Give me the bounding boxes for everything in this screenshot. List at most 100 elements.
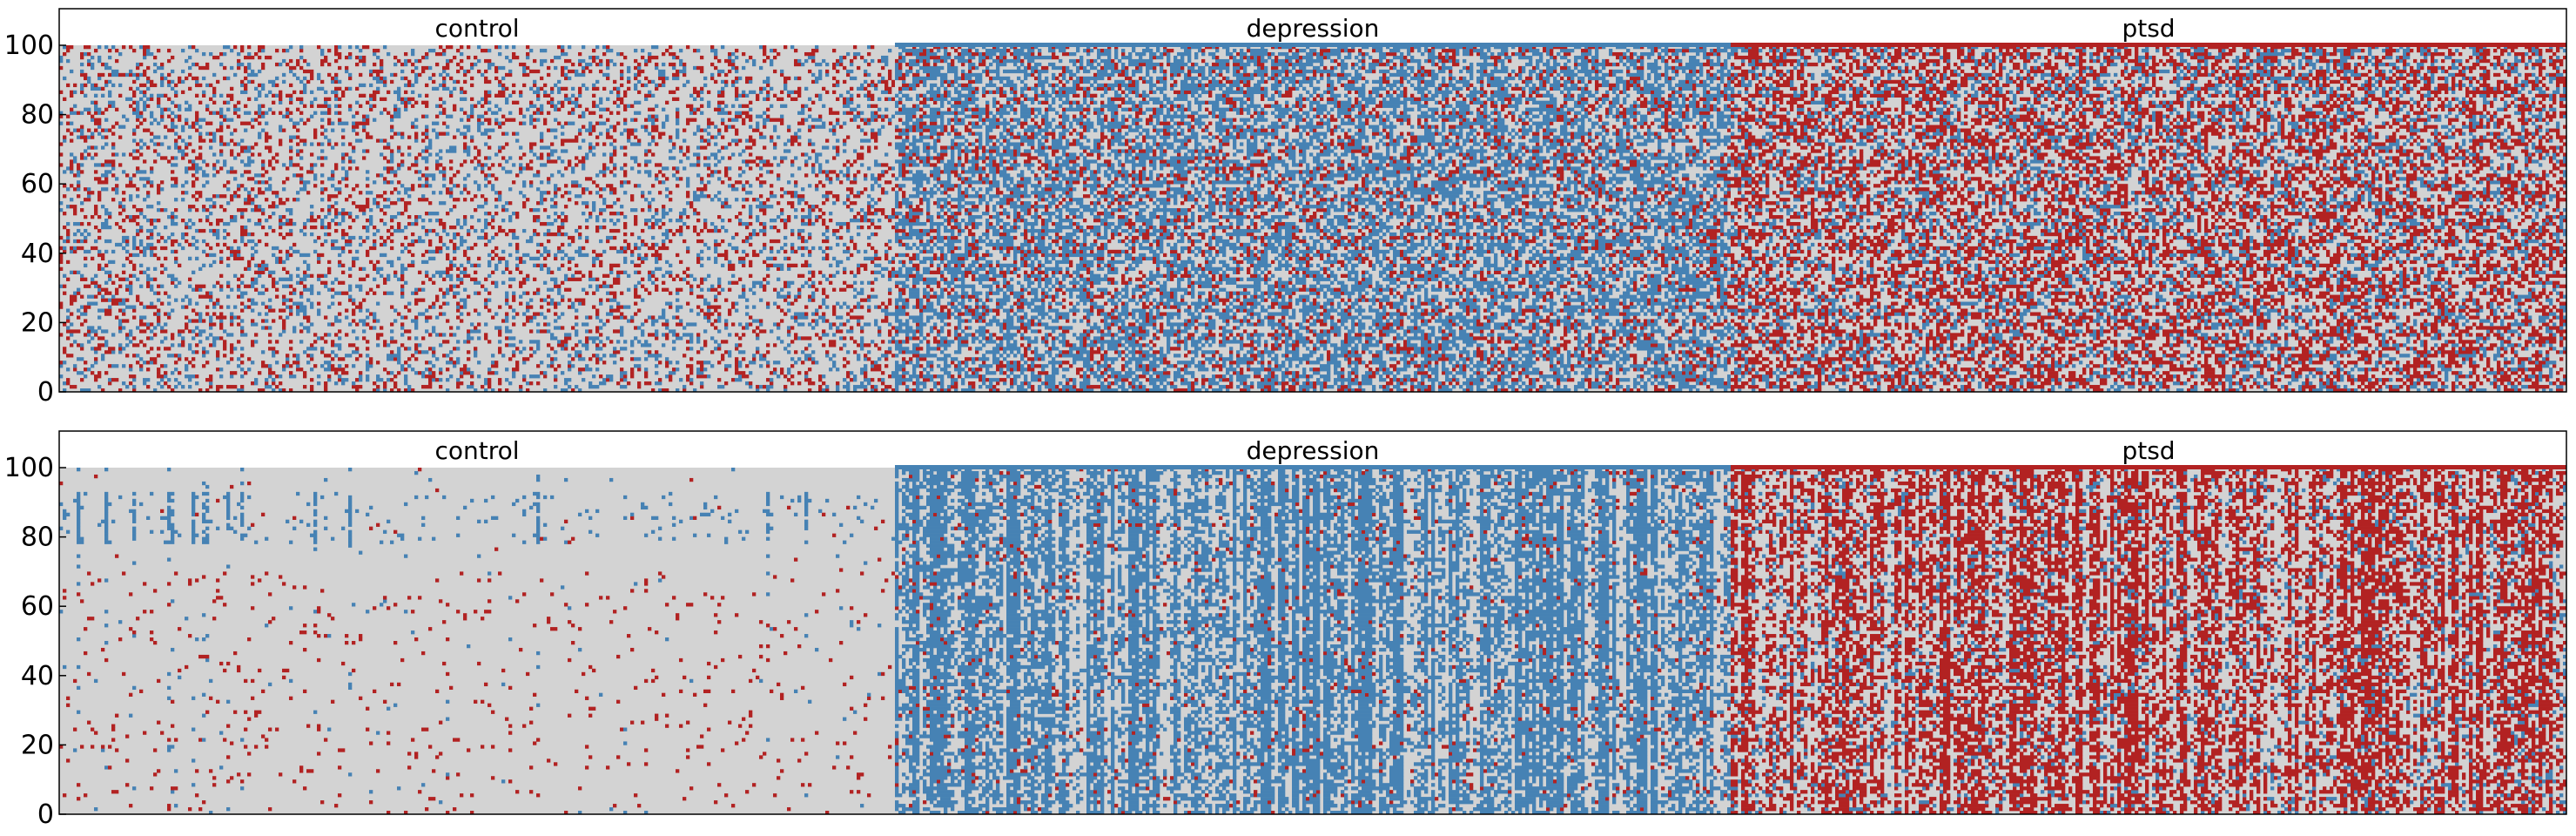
heatmap-cell xyxy=(787,302,790,306)
heatmap-cell xyxy=(547,111,550,115)
heatmap-cell xyxy=(864,177,867,180)
heatmap-cell xyxy=(846,257,850,260)
heatmap-cell xyxy=(467,312,470,315)
heatmap-cell xyxy=(700,229,703,233)
heatmap-cell xyxy=(313,173,317,177)
heatmap-cell xyxy=(226,180,230,184)
heatmap-cell xyxy=(185,233,188,236)
heatmap-cell xyxy=(407,194,411,198)
heatmap-cell xyxy=(411,354,414,357)
heatmap-cell xyxy=(293,250,299,253)
heatmap-cell xyxy=(400,152,404,156)
heatmap-cell xyxy=(665,194,669,198)
heatmap-cell xyxy=(310,354,313,357)
heatmap-cell xyxy=(505,336,508,340)
heatmap-cell xyxy=(808,253,811,257)
heatmap-cell xyxy=(376,378,383,381)
heatmap-cell xyxy=(550,104,554,108)
heatmap-cell xyxy=(703,219,707,222)
heatmap-cell xyxy=(602,142,606,145)
heatmap-cell xyxy=(219,367,223,371)
heatmap-cell xyxy=(540,194,543,198)
heatmap-cell xyxy=(759,166,763,170)
heatmap-cell xyxy=(787,129,790,132)
heatmap-cell xyxy=(683,385,686,388)
heatmap-cell xyxy=(212,343,216,347)
heatmap-cell xyxy=(341,215,345,219)
heatmap-cell xyxy=(129,219,136,222)
heatmap-cell xyxy=(366,250,369,253)
heatmap-cell xyxy=(425,374,435,378)
heatmap-cell xyxy=(575,385,578,388)
heatmap-cell xyxy=(609,152,613,156)
heatmap-cell xyxy=(554,326,561,329)
heatmap-cell xyxy=(613,149,616,152)
heatmap-cell xyxy=(655,357,658,361)
heatmap-cell xyxy=(334,292,341,295)
heatmap-cell xyxy=(345,177,348,180)
heatmap-cell xyxy=(383,281,387,285)
heatmap-cell xyxy=(348,159,352,163)
heatmap-cell xyxy=(818,385,822,388)
heatmap-cell xyxy=(672,347,676,350)
heatmap-cell xyxy=(665,271,672,274)
heatmap-cell xyxy=(261,319,265,322)
heatmap-cell xyxy=(272,166,275,170)
heatmap-cell xyxy=(850,208,853,212)
heatmap-cell xyxy=(696,306,700,309)
heatmap-cell xyxy=(125,173,129,177)
heatmap-cell xyxy=(630,319,634,322)
heatmap-cell xyxy=(672,315,676,319)
heatmap-cell xyxy=(265,170,268,173)
heatmap-cell xyxy=(160,115,164,118)
heatmap-cell xyxy=(648,173,651,177)
heatmap-cell xyxy=(644,367,648,371)
heatmap-cell xyxy=(676,111,679,115)
heatmap-cell xyxy=(696,374,707,378)
heatmap-cell xyxy=(780,319,784,322)
heatmap-cell xyxy=(209,381,212,385)
heatmap-cell xyxy=(808,278,811,281)
heatmap-cell xyxy=(77,135,80,138)
heatmap-cell xyxy=(293,329,296,333)
heatmap-cell xyxy=(752,250,756,253)
heatmap-cell xyxy=(717,315,721,319)
heatmap-cell xyxy=(425,229,428,233)
heatmap-cell xyxy=(623,145,627,149)
heatmap-cell xyxy=(735,333,738,336)
heatmap-cell xyxy=(686,191,689,194)
heatmap-cell xyxy=(296,135,299,138)
heatmap-cell xyxy=(456,326,460,329)
heatmap-cell xyxy=(84,239,87,243)
heatmap-cell xyxy=(390,350,393,354)
heatmap-cell xyxy=(157,315,160,319)
heatmap-cell xyxy=(313,177,317,180)
heatmap-cell xyxy=(843,343,846,347)
heatmap-cell xyxy=(794,299,797,302)
heatmap-cell xyxy=(327,205,331,208)
heatmap-cell xyxy=(794,315,797,319)
heatmap-cell xyxy=(470,381,474,385)
heatmap-cell xyxy=(272,281,275,285)
heatmap-cell xyxy=(104,142,108,145)
heatmap-cell xyxy=(185,326,188,329)
heatmap-cell xyxy=(662,333,665,336)
heatmap-cell xyxy=(651,222,655,226)
heatmap-cell xyxy=(634,118,637,122)
heatmap-cell xyxy=(355,215,359,219)
heatmap-cell xyxy=(651,243,655,246)
heatmap-cell xyxy=(839,336,843,340)
heatmap-cell xyxy=(192,271,195,274)
heatmap-cell xyxy=(676,299,679,302)
heatmap-cell xyxy=(557,288,561,292)
heatmap-cell xyxy=(689,340,693,343)
heatmap-cell xyxy=(797,194,804,198)
heatmap-cell xyxy=(728,312,731,315)
heatmap-cell xyxy=(871,288,874,292)
heatmap-cell xyxy=(731,274,735,278)
heatmap-cell xyxy=(223,142,226,145)
heatmap-cell xyxy=(488,166,491,170)
heatmap-cell xyxy=(397,163,400,166)
heatmap-cell xyxy=(136,118,139,122)
heatmap-cell xyxy=(585,108,589,111)
